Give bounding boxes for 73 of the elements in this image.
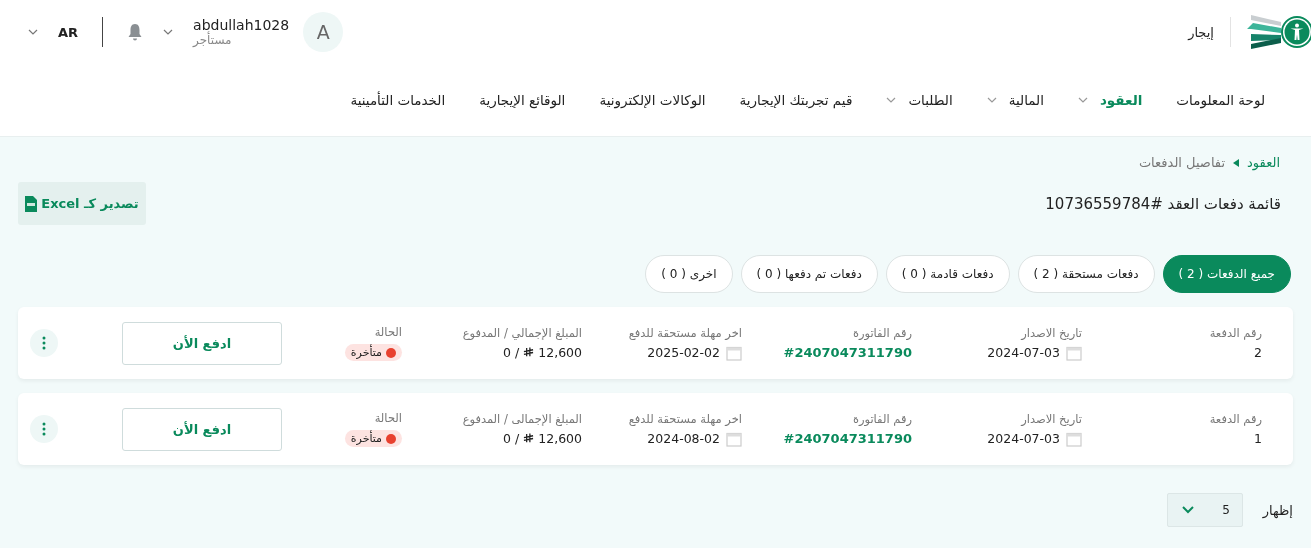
caret-icon (1233, 158, 1240, 167)
bell-icon[interactable] (127, 23, 144, 41)
filter-tab[interactable]: دفعات قادمة ( 0 ) (885, 255, 1010, 293)
page-size-select[interactable]: 5 (1166, 493, 1243, 527)
due-date: 2024-08-02 (647, 431, 720, 446)
nav-item[interactable]: المالية (986, 92, 1044, 108)
calendar-icon (726, 344, 742, 361)
nav-item[interactable]: الخدمات التأمينية (350, 92, 446, 108)
pay-now-button[interactable]: ادفع الأن (122, 407, 282, 451)
field-label: رقم الفاتورة (852, 412, 912, 426)
filter-tab[interactable]: دفعات مستحقة ( 2 ) (1017, 255, 1155, 293)
status-badge: متأخرة (344, 344, 402, 361)
field-label: تاريخ الاصدار (1021, 325, 1082, 340)
user-role: مستأجر (193, 33, 232, 47)
nav-item[interactable]: الطلبات (886, 92, 953, 108)
field-label: رقم الدفعة (1209, 326, 1262, 340)
chevron-down-icon (886, 97, 897, 103)
field-label: الحالة (374, 325, 402, 339)
due-date: 2025-02-02 (647, 345, 720, 360)
currency-icon (523, 433, 535, 444)
chevron-down-icon (1181, 506, 1194, 514)
nav-item[interactable]: الوكالات الإلكترونية (599, 92, 706, 108)
filter-tab[interactable]: جميع الدفعات ( 2 ) (1162, 255, 1291, 293)
invoice-link[interactable]: #2407047311790 (783, 345, 912, 360)
currency-icon (523, 347, 535, 358)
field-label: المبلغ الإجمالي / المدفوع (462, 326, 582, 340)
calendar-icon (726, 430, 742, 447)
calendar-icon (1066, 430, 1082, 447)
chevron-down-icon[interactable] (28, 29, 38, 35)
filter-tab[interactable]: اخرى ( 0 ) (645, 255, 733, 293)
status-badge: متأخرة (344, 430, 402, 447)
brand-name: إيجار (1188, 24, 1214, 40)
user-name: abdullah1028 (193, 17, 290, 33)
nav-item[interactable]: العقود (1077, 92, 1143, 108)
export-button[interactable]: تصدير كـ Excel (18, 182, 146, 225)
payment-number: 2 (1254, 345, 1262, 360)
amount-separator: / (515, 431, 520, 446)
filter-tab[interactable]: دفعات تم دفعها ( 0 ) (740, 255, 878, 293)
nav-item[interactable]: الوقائع الإيجارية (479, 92, 566, 108)
total-amount: 12,600 (538, 345, 582, 360)
chevron-down-icon[interactable] (163, 29, 174, 35)
field-label: المبلغ الإجمالى / المدفوع (462, 412, 582, 426)
logo-icon[interactable] (1247, 15, 1283, 49)
kebab-menu-icon (42, 422, 46, 436)
total-amount: 12,600 (538, 431, 582, 446)
page-size-label: إظهار (1262, 502, 1293, 518)
field-label: تاريخ الاصدار (1021, 411, 1082, 426)
pay-now-button[interactable]: ادفع الأن (122, 321, 282, 365)
language-selector[interactable]: AR (58, 24, 79, 40)
amount-separator: / (515, 345, 520, 360)
invoice-link[interactable]: #2407047311790 (783, 431, 912, 446)
field-label: رقم الدفعة (1209, 412, 1262, 426)
chevron-down-icon (986, 97, 997, 103)
breadcrumb-current: تفاصيل الدفعات (1138, 155, 1226, 170)
field-label: اخر مهلة مستحقة للدفع (628, 411, 742, 426)
calendar-icon (1066, 344, 1082, 361)
accessibility-icon[interactable] (1281, 16, 1311, 48)
chevron-down-icon (1077, 97, 1088, 103)
issue-date: 2024-07-03 (987, 431, 1060, 446)
avatar[interactable]: A (303, 12, 344, 52)
page-title: قائمة دفعات العقد #10736559784 (1045, 194, 1281, 213)
breadcrumb-link[interactable]: العقود (1247, 155, 1280, 170)
field-label: اخر مهلة مستحقة للدفع (628, 325, 742, 340)
issue-date: 2024-07-03 (987, 345, 1060, 360)
paid-amount: 0 (503, 345, 512, 360)
nav-item[interactable]: لوحة المعلومات (1176, 92, 1265, 108)
payment-number: 1 (1254, 431, 1262, 446)
field-label: رقم الفاتورة (852, 326, 912, 340)
nav-item[interactable]: قيم تجربتك الإيجارية (739, 92, 853, 108)
field-label: الحالة (374, 411, 402, 425)
spreadsheet-file-icon (25, 195, 38, 212)
kebab-menu-icon (42, 336, 46, 350)
paid-amount: 0 (503, 431, 512, 446)
